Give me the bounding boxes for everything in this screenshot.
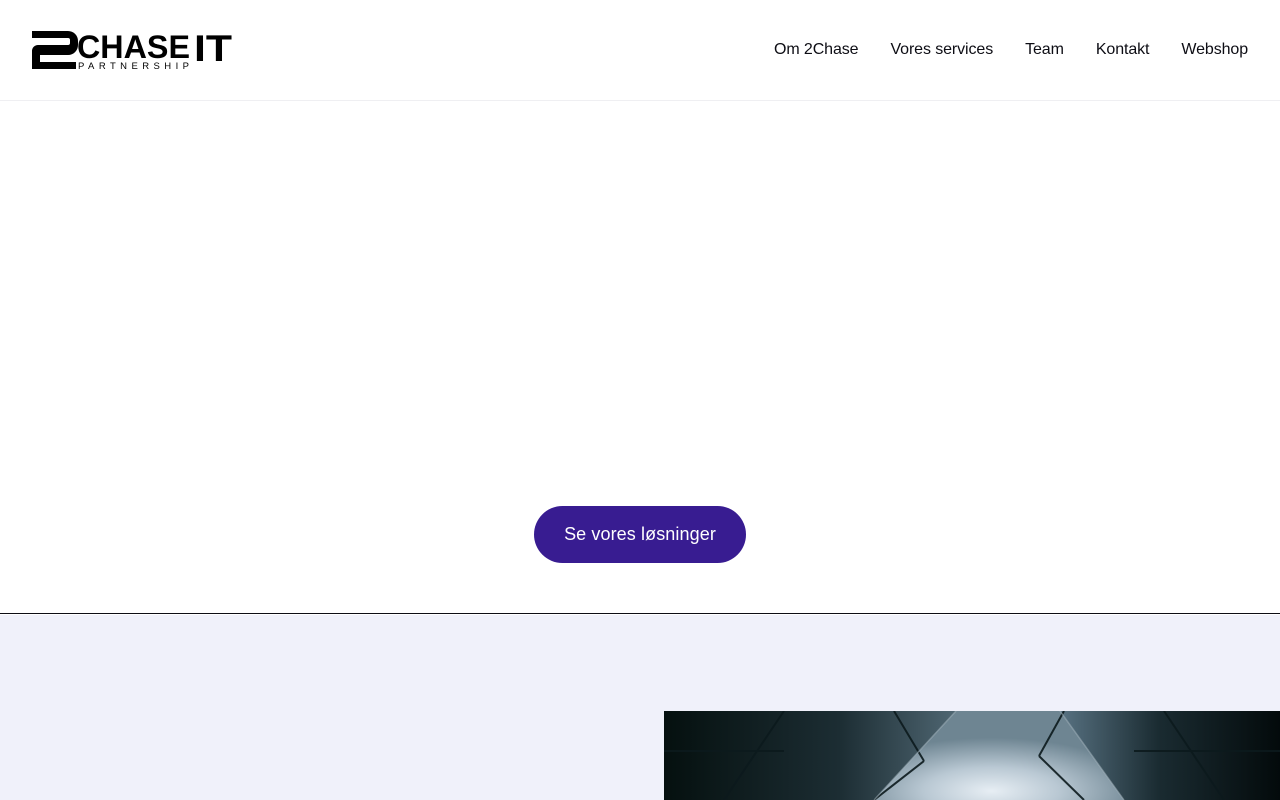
nav-item-kontakt[interactable]: Kontakt (1096, 41, 1150, 59)
nav-item-webshop[interactable]: Webshop (1181, 41, 1248, 59)
logo[interactable]: CHASE IT PARTNERSHIP (32, 31, 232, 70)
see-solutions-button[interactable]: Se vores løsninger (534, 506, 746, 563)
about-section (0, 615, 1280, 800)
logo-main-text: CHASE (77, 31, 190, 65)
building-photo (664, 711, 1280, 800)
logo-mark-2 (32, 31, 78, 69)
site-header: CHASE IT PARTNERSHIP Om 2Chase Vores ser… (0, 0, 1280, 101)
nav-item-om-2chase[interactable]: Om 2Chase (774, 41, 859, 59)
main-nav: Om 2Chase Vores services Team Kontakt We… (774, 0, 1248, 100)
nav-item-vores-services[interactable]: Vores services (890, 41, 993, 59)
logo-suffix-text: IT (194, 31, 232, 69)
nav-item-team[interactable]: Team (1025, 41, 1064, 59)
hero-section: Se vores løsninger (0, 101, 1280, 614)
